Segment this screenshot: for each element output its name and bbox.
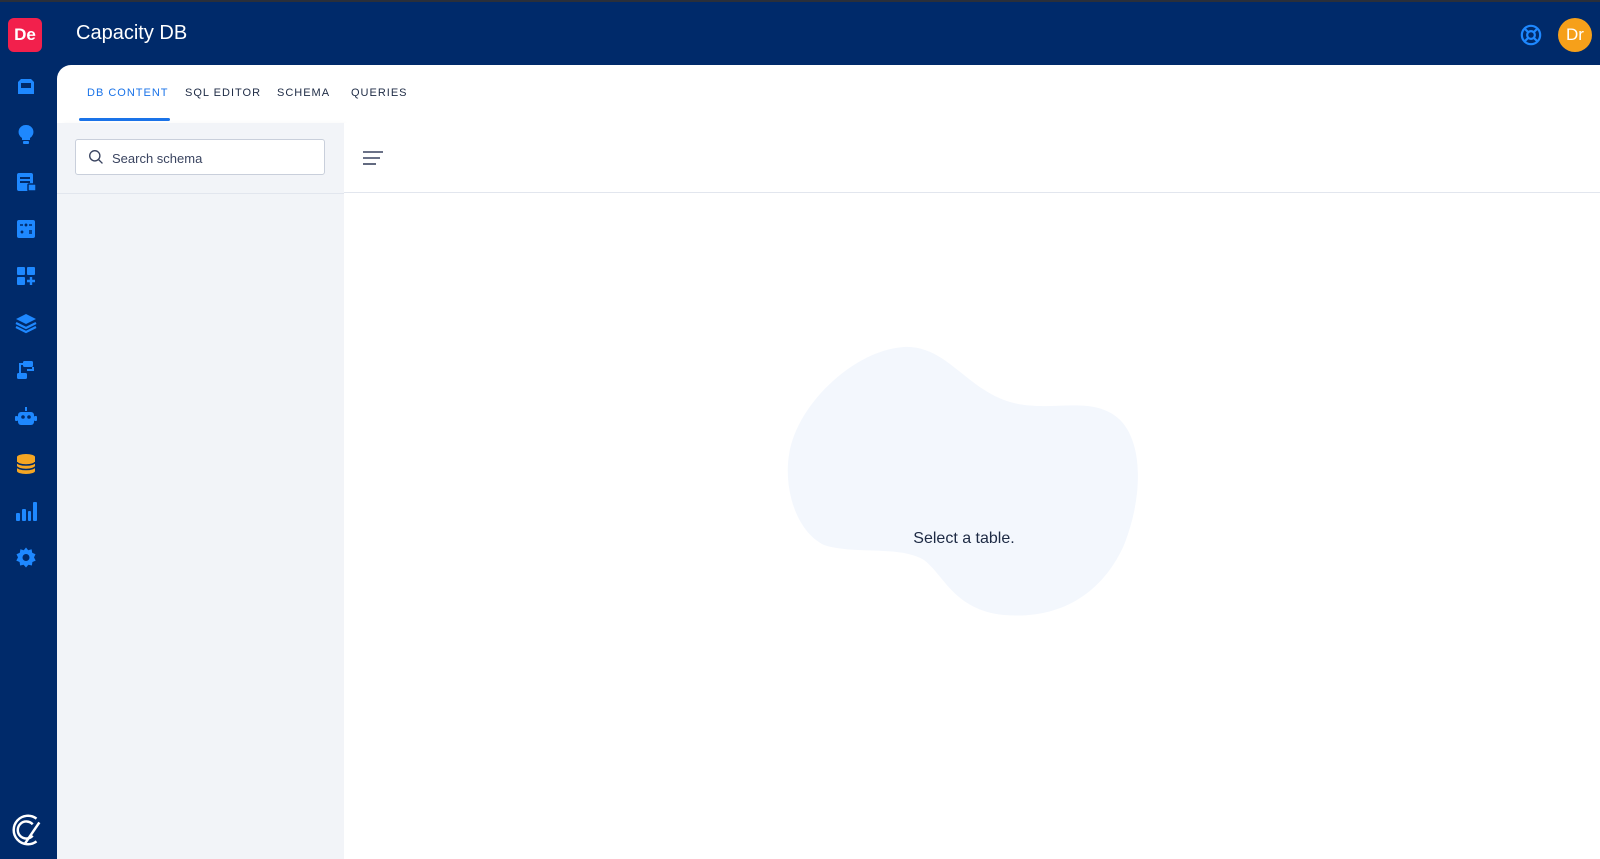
app-root: De Capacity DB Dr DB CONTENT SQL EDITOR … (0, 0, 1600, 859)
sidebar-item-settings[interactable] (12, 544, 40, 572)
tab-db-content[interactable]: DB CONTENT (87, 87, 169, 99)
database-icon (16, 454, 36, 474)
brand-badge[interactable]: De (8, 18, 42, 52)
sidebar-item-analytics[interactable] (12, 497, 40, 525)
workflow-icon (17, 361, 34, 379)
sidebar-item-ideas[interactable] (12, 121, 40, 149)
content-area: Select a table. (344, 123, 1600, 859)
pane-divider (57, 193, 344, 194)
apps-add-icon (17, 267, 35, 285)
main-panel: DB CONTENT SQL EDITOR SCHEMA QUERIES Sea… (57, 65, 1600, 859)
empty-state-blob (787, 346, 1138, 616)
sidebar-item-layers[interactable] (12, 309, 40, 337)
help-lifebuoy-icon[interactable] (1520, 24, 1542, 46)
tab-schema[interactable]: SCHEMA (277, 87, 330, 99)
inbox-icon (18, 79, 34, 94)
sidebar-item-documents[interactable] (12, 168, 40, 196)
tab-sql-editor[interactable]: SQL EDITOR (185, 87, 261, 99)
empty-state-message: Select a table. (913, 530, 1015, 547)
search-box[interactable] (75, 139, 325, 175)
content-toolbar (344, 123, 1600, 193)
gear-icon (16, 547, 36, 568)
sidebar-nav (0, 66, 56, 859)
active-tab-indicator (79, 118, 170, 121)
app-title: Capacity DB (76, 22, 188, 44)
search-icon (89, 150, 103, 164)
sidebar-item-workflows[interactable] (12, 356, 40, 384)
sidebar-item-calculator[interactable] (12, 215, 40, 243)
sidebar-item-database[interactable] (12, 450, 40, 478)
lightbulb-icon (18, 124, 34, 144)
robot-icon (15, 407, 37, 425)
sidebar-item-inbox[interactable] (12, 74, 40, 102)
top-bar: De Capacity DB Dr (0, 0, 1600, 66)
search-schema-input[interactable] (112, 148, 312, 168)
sidebar-item-bots[interactable] (12, 403, 40, 431)
document-icon (17, 173, 37, 192)
capacity-logo-icon (12, 814, 41, 846)
menu-lines-icon[interactable] (362, 149, 384, 167)
schema-pane (57, 123, 344, 859)
calculator-icon (17, 220, 35, 238)
tab-bar: DB CONTENT SQL EDITOR SCHEMA QUERIES (57, 65, 407, 123)
sidebar-item-apps[interactable] (12, 262, 40, 290)
layers-icon (15, 314, 37, 334)
bar-chart-icon (16, 502, 37, 521)
tab-queries[interactable]: QUERIES (351, 87, 408, 99)
user-avatar[interactable]: Dr (1558, 18, 1592, 52)
